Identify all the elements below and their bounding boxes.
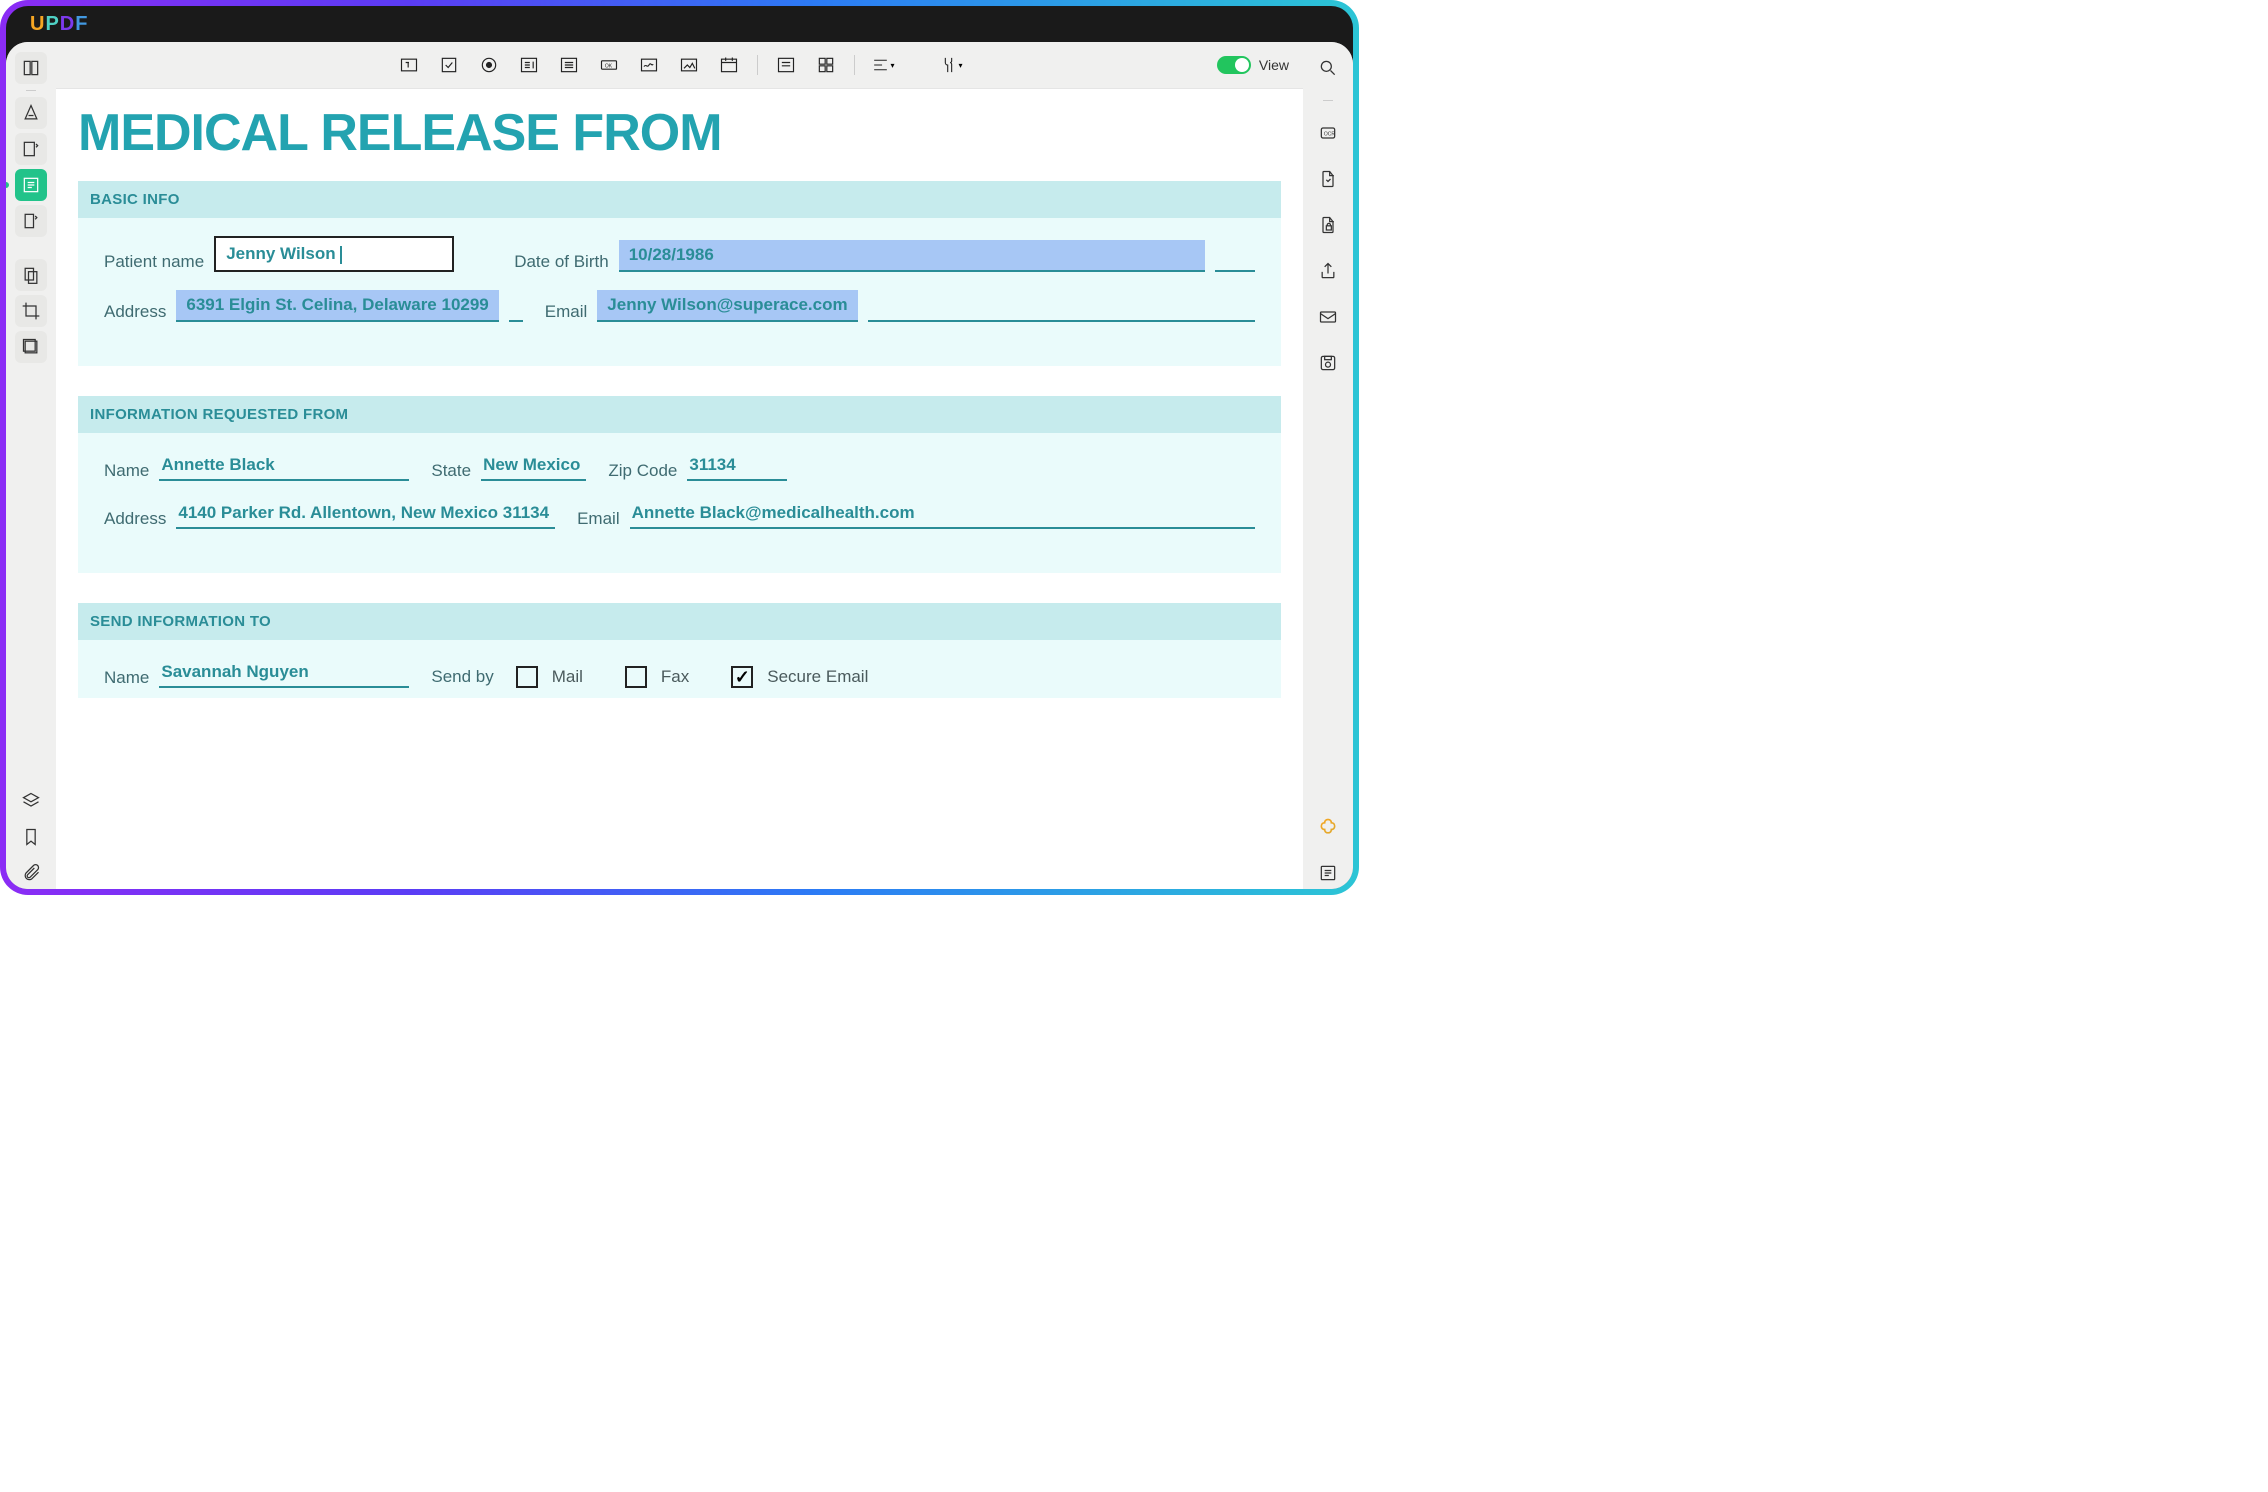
save-icon[interactable] bbox=[1312, 347, 1344, 379]
protect-icon[interactable] bbox=[1312, 209, 1344, 241]
req-address-label: Address bbox=[104, 509, 166, 529]
send-name-label: Name bbox=[104, 668, 149, 688]
fax-checkbox[interactable] bbox=[625, 666, 647, 688]
align-tool-icon[interactable]: ▾ bbox=[871, 53, 895, 77]
edit-tool-icon[interactable] bbox=[15, 133, 47, 165]
svg-text:OCR: OCR bbox=[1324, 132, 1336, 138]
right-sidebar: OCR bbox=[1303, 42, 1353, 889]
dropdown-field-icon[interactable] bbox=[517, 53, 541, 77]
layers-icon[interactable] bbox=[15, 785, 47, 817]
send-by-label: Send by bbox=[431, 667, 493, 687]
app-logo: UPDF bbox=[30, 13, 88, 36]
view-toggle-label: View bbox=[1259, 57, 1289, 73]
form-tool-icon[interactable] bbox=[15, 169, 47, 201]
section-basic-info: BASIC INFO Patient name Jenny Wilson Dat… bbox=[78, 181, 1281, 366]
email-label: Email bbox=[545, 302, 588, 322]
req-email-label: Email bbox=[577, 509, 620, 529]
date-field-icon[interactable] bbox=[717, 53, 741, 77]
mail-checkbox-label: Mail bbox=[552, 667, 583, 687]
section-send: SEND INFORMATION TO Name Savannah Nguyen… bbox=[78, 603, 1281, 698]
ai-assistant-icon[interactable] bbox=[1312, 811, 1344, 843]
req-zip-field[interactable]: 31134 bbox=[687, 451, 787, 481]
radio-field-icon[interactable] bbox=[477, 53, 501, 77]
req-name-label: Name bbox=[104, 461, 149, 481]
crop-tool-icon[interactable] bbox=[15, 295, 47, 327]
dob-label: Date of Birth bbox=[514, 252, 609, 272]
page-tool-icon[interactable] bbox=[15, 205, 47, 237]
req-state-label: State bbox=[431, 461, 471, 481]
search-icon[interactable] bbox=[1312, 52, 1344, 84]
grid-view-icon[interactable] bbox=[814, 53, 838, 77]
form-toolbar: OK ▾ ▾ View bbox=[56, 42, 1303, 88]
section-header: SEND INFORMATION TO bbox=[78, 603, 1281, 640]
section-requested: INFORMATION REQUESTED FROM Name Annette … bbox=[78, 396, 1281, 573]
signature-field-icon[interactable] bbox=[637, 53, 661, 77]
secure-email-checkbox[interactable] bbox=[731, 666, 753, 688]
convert-icon[interactable] bbox=[1312, 163, 1344, 195]
email-icon[interactable] bbox=[1312, 301, 1344, 333]
share-icon[interactable] bbox=[1312, 255, 1344, 287]
ocr-icon[interactable]: OCR bbox=[1312, 117, 1344, 149]
form-tools-icon[interactable]: ▾ bbox=[939, 53, 963, 77]
req-zip-label: Zip Code bbox=[608, 461, 677, 481]
patient-name-field[interactable]: Jenny Wilson bbox=[214, 236, 454, 272]
patient-name-label: Patient name bbox=[104, 252, 204, 272]
organize-pages-icon[interactable] bbox=[15, 259, 47, 291]
form-list-icon[interactable] bbox=[774, 53, 798, 77]
view-toggle[interactable] bbox=[1217, 56, 1251, 74]
section-header: INFORMATION REQUESTED FROM bbox=[78, 396, 1281, 433]
document-canvas[interactable]: MEDICAL RELEASE FROM BASIC INFO Patient … bbox=[56, 88, 1303, 889]
address-label: Address bbox=[104, 302, 166, 322]
document-title: MEDICAL RELEASE FROM bbox=[78, 103, 1281, 163]
checkbox-field-icon[interactable] bbox=[437, 53, 461, 77]
button-field-icon[interactable]: OK bbox=[597, 53, 621, 77]
email-field[interactable]: Jenny Wilson@superace.com bbox=[597, 290, 857, 322]
text-field-icon[interactable] bbox=[397, 53, 421, 77]
fax-checkbox-label: Fax bbox=[661, 667, 689, 687]
secure-email-checkbox-label: Secure Email bbox=[767, 667, 868, 687]
address-field[interactable]: 6391 Elgin St. Celina, Delaware 10299 bbox=[176, 290, 498, 322]
attachment-icon[interactable] bbox=[15, 857, 47, 889]
left-sidebar bbox=[6, 42, 56, 889]
reader-mode-icon[interactable] bbox=[15, 52, 47, 84]
section-header: BASIC INFO bbox=[78, 181, 1281, 218]
send-name-field[interactable]: Savannah Nguyen bbox=[159, 658, 409, 688]
mail-checkbox[interactable] bbox=[516, 666, 538, 688]
watermark-tool-icon[interactable] bbox=[15, 331, 47, 363]
image-field-icon[interactable] bbox=[677, 53, 701, 77]
req-address-field[interactable]: 4140 Parker Rd. Allentown, New Mexico 31… bbox=[176, 499, 555, 529]
dob-field[interactable]: 10/28/1986 bbox=[619, 240, 1205, 272]
bookmark-icon[interactable] bbox=[15, 821, 47, 853]
comment-tool-icon[interactable] bbox=[15, 97, 47, 129]
notes-icon[interactable] bbox=[1312, 857, 1344, 889]
req-state-field[interactable]: New Mexico bbox=[481, 451, 586, 481]
listbox-field-icon[interactable] bbox=[557, 53, 581, 77]
req-name-field[interactable]: Annette Black bbox=[159, 451, 409, 481]
svg-text:OK: OK bbox=[604, 64, 612, 70]
req-email-field[interactable]: Annette Black@medicalhealth.com bbox=[630, 499, 1255, 529]
